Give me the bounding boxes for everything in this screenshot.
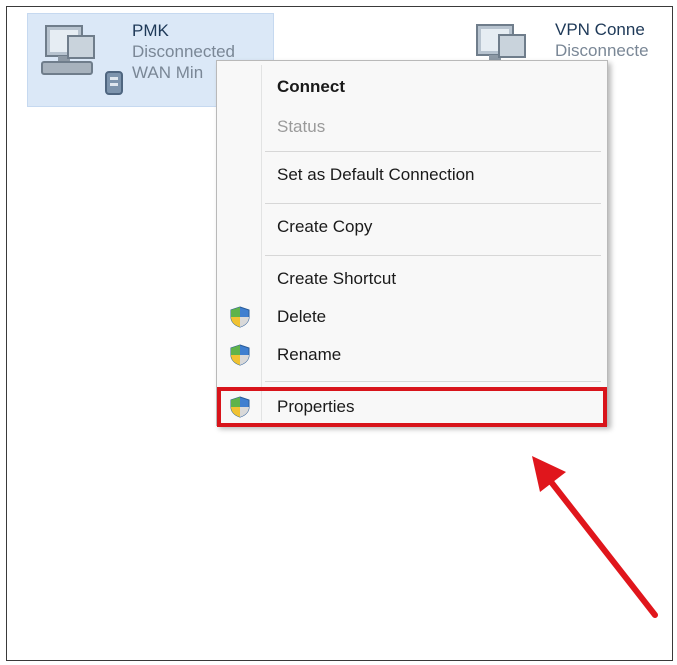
menu-item-label: Create Copy	[277, 217, 373, 236]
menu-item-create-shortcut[interactable]: Create Shortcut	[219, 263, 605, 295]
menu-separator	[265, 255, 601, 256]
menu-item-connect[interactable]: Connect	[219, 71, 605, 103]
menu-item-delete[interactable]: Delete	[219, 301, 605, 333]
menu-item-label: Set as Default Connection	[277, 165, 475, 184]
connection-name: VPN Conne	[555, 20, 645, 39]
wan-miniport-icon	[105, 71, 123, 95]
shield-icon	[230, 344, 250, 366]
menu-separator	[265, 203, 601, 204]
context-menu: Connect Status Set as Default Connection…	[216, 60, 608, 426]
shield-icon	[230, 306, 250, 328]
menu-item-label: Create Shortcut	[277, 269, 397, 288]
network-connection-icon	[41, 25, 95, 75]
menu-item-label: Status	[277, 117, 326, 136]
menu-separator	[265, 381, 601, 382]
menu-item-label: Connect	[277, 77, 345, 96]
menu-item-set-default[interactable]: Set as Default Connection	[219, 159, 605, 191]
menu-item-create-copy[interactable]: Create Copy	[219, 211, 605, 243]
menu-separator	[265, 151, 601, 152]
menu-item-label: Rename	[277, 345, 342, 364]
properties-highlight-box	[217, 387, 607, 427]
menu-item-rename[interactable]: Rename	[219, 339, 605, 371]
connection-name: PMK	[132, 21, 169, 40]
connection-status: Disconnecte	[555, 41, 649, 60]
connection-status: Disconnected	[132, 42, 236, 61]
menu-item-status[interactable]: Status	[219, 111, 605, 143]
menu-item-label: Delete	[277, 307, 327, 326]
